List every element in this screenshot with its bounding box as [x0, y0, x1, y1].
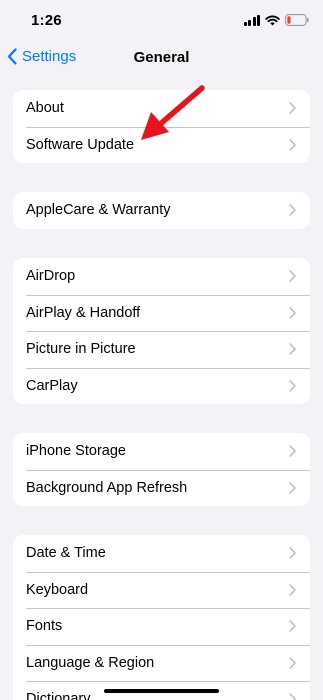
row-label: Keyboard [26, 581, 89, 598]
settings-row-keyboard[interactable]: Keyboard [13, 571, 310, 609]
row-label: CarPlay [26, 377, 78, 394]
row-label: Language & Region [26, 654, 155, 671]
settings-group-about: About Software Update [13, 90, 310, 163]
row-label: AirPlay & Handoff [26, 304, 141, 321]
chevron-right-icon [289, 138, 296, 151]
settings-row-about[interactable]: About [13, 90, 310, 127]
row-label: Software Update [26, 136, 135, 153]
settings-row-airdrop[interactable]: AirDrop [13, 258, 310, 295]
row-label: Date & Time [26, 545, 106, 562]
settings-general-screen: 1:26 Settings General About Software Upd… [0, 0, 323, 700]
settings-group-connectivity: AirDrop AirPlay & Handoff Picture in Pic… [13, 258, 310, 404]
row-label: iPhone Storage [26, 443, 126, 460]
chevron-right-icon [289, 445, 296, 458]
battery-low-icon [285, 14, 309, 26]
settings-row-date-time[interactable]: Date & Time [13, 535, 310, 572]
settings-group-locale: Date & Time Keyboard Fonts Language & Re… [13, 535, 310, 700]
row-label: Picture in Picture [26, 341, 136, 358]
settings-row-software-update[interactable]: Software Update [13, 126, 310, 164]
row-label: AirDrop [26, 268, 76, 285]
settings-row-language-region[interactable]: Language & Region [13, 644, 310, 682]
page-title: General [133, 49, 190, 66]
settings-row-fonts[interactable]: Fonts [13, 608, 310, 645]
chevron-right-icon [289, 481, 296, 494]
wifi-icon [265, 15, 280, 26]
row-label: AppleCare & Warranty [26, 202, 171, 219]
chevron-right-icon [289, 656, 296, 669]
row-label: Background App Refresh [26, 479, 188, 496]
chevron-right-icon [289, 343, 296, 356]
settings-row-airplay-handoff[interactable]: AirPlay & Handoff [13, 294, 310, 332]
signal-icon [243, 14, 260, 26]
navigation-bar: Settings General [0, 40, 323, 76]
settings-row-carplay[interactable]: CarPlay [13, 367, 310, 405]
row-label: Dictionary [26, 691, 91, 700]
chevron-right-icon [289, 379, 296, 392]
chevron-right-icon [289, 270, 296, 283]
home-indicator[interactable] [104, 689, 219, 693]
status-time: 1:26 [31, 12, 62, 29]
settings-row-iphone-storage[interactable]: iPhone Storage [13, 433, 310, 470]
status-icons [243, 13, 310, 27]
chevron-right-icon [289, 204, 296, 217]
chevron-right-icon [289, 583, 296, 596]
chevron-right-icon [289, 547, 296, 560]
settings-row-applecare-warranty[interactable]: AppleCare & Warranty [13, 192, 310, 229]
chevron-right-icon [289, 620, 296, 633]
chevron-right-icon [289, 102, 296, 115]
chevron-right-icon [289, 693, 296, 700]
status-bar: 1:26 [0, 0, 323, 40]
settings-group-applecare: AppleCare & Warranty [13, 192, 310, 229]
settings-row-background-app-refresh[interactable]: Background App Refresh [13, 469, 310, 507]
row-label: Fonts [26, 618, 63, 635]
settings-group-storage: iPhone Storage Background App Refresh [13, 433, 310, 506]
row-label: About [26, 100, 64, 117]
settings-row-picture-in-picture[interactable]: Picture in Picture [13, 331, 310, 368]
chevron-right-icon [289, 306, 296, 319]
